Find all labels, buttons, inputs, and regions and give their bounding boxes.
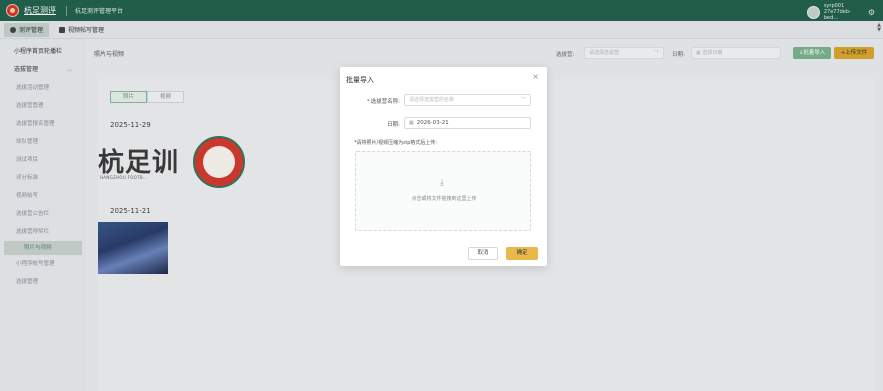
camp-name-label: *选拔营名称: [354, 97, 400, 105]
cancel-button[interactable]: 取消 [468, 247, 498, 260]
dropzone-text: 点击或将文件拖拽到这里上传 [411, 196, 477, 202]
camp-select-placeholder: 请选择选拔营的名称 [409, 97, 455, 103]
confirm-button[interactable]: 确定 [506, 247, 538, 260]
file-dropzone[interactable]: ⤓ 点击或将文件拖拽到这里上传 [355, 151, 531, 231]
upload-icon: ⤓ [440, 178, 444, 188]
required-mark: * [366, 99, 370, 105]
dialog-title: 批量导入 [346, 76, 374, 84]
batch-import-dialog: 批量导入 × *选拔营名称: 请选择选拔营的名称 ﹀ 日期: ▦ 2026-03-… [340, 67, 547, 266]
calendar-icon: ▦ [409, 120, 414, 126]
date-input[interactable]: ▦ 2026-03-21 [404, 117, 531, 129]
date-label: 日期: [387, 122, 400, 128]
camp-label-text: 选拔营名称: [370, 99, 400, 105]
date-value: 2026-03-21 [416, 120, 449, 126]
camp-name-select[interactable]: 请选择选拔营的名称 ﹀ [404, 94, 531, 106]
close-icon[interactable]: × [532, 72, 539, 81]
chevron-down-icon: ﹀ [520, 97, 526, 103]
upload-hint: *请将照片/视频压缩为zip格式后上传: [354, 140, 438, 146]
